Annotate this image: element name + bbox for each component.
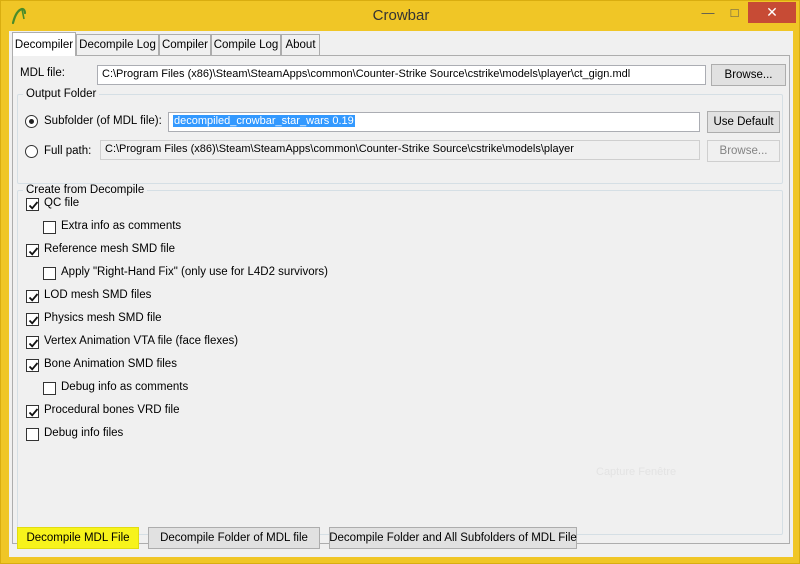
full-path-radio[interactable] [25, 145, 38, 158]
qc-file-label: QC file [44, 197, 80, 209]
procedural-bones-vrd-label: Procedural bones VRD file [44, 404, 180, 416]
client-area: Decompiler Decompile Log Compiler Compil… [9, 31, 793, 557]
full-path-browse-button[interactable]: Browse... [707, 140, 780, 162]
vertex-animation-vta-checkbox[interactable] [26, 336, 39, 349]
crowbar-window: Crowbar — □ ✕ Decompiler Decompile Log C… [0, 0, 800, 564]
qc-file-checkbox[interactable] [26, 198, 39, 211]
decompile-folder-button[interactable]: Decompile Folder of MDL file [148, 527, 320, 549]
extra-info-comments-checkbox[interactable] [43, 221, 56, 234]
check-mark-icon [28, 293, 39, 302]
lod-mesh-smd-checkbox[interactable] [26, 290, 39, 303]
create-from-decompile-title: Create from Decompile [23, 184, 148, 196]
reference-mesh-smd-checkbox[interactable] [26, 244, 39, 257]
window-title: Crowbar [372, 7, 430, 24]
tab-compiler[interactable]: Compiler [159, 34, 211, 55]
extra-info-comments-label: Extra info as comments [61, 220, 182, 232]
physics-mesh-smd-checkbox[interactable] [26, 313, 39, 326]
tab-compile-log[interactable]: Compile Log [211, 34, 281, 55]
check-mark-icon [28, 408, 39, 417]
bone-animation-smd-label: Bone Animation SMD files [44, 358, 177, 370]
decompiler-panel: MDL file: C:\Program Files (x86)\Steam\S… [12, 55, 790, 544]
tab-about[interactable]: About [281, 34, 320, 55]
debug-info-files-label: Debug info files [44, 427, 124, 439]
debug-info-comments-label: Debug info as comments [61, 381, 189, 393]
debug-info-comments-checkbox[interactable] [43, 382, 56, 395]
full-path-label: Full path: [44, 145, 92, 157]
physics-mesh-smd-label: Physics mesh SMD file [44, 312, 162, 324]
output-folder-title: Output Folder [23, 88, 100, 100]
lod-mesh-smd-label: LOD mesh SMD files [44, 289, 152, 301]
tab-decompiler[interactable]: Decompiler [12, 32, 76, 56]
capture-watermark: Capture Fenêtre [596, 466, 677, 478]
bone-animation-smd-checkbox[interactable] [26, 359, 39, 372]
use-default-button[interactable]: Use Default [707, 111, 780, 133]
subfolder-value: decompiled_crowbar_star_wars 0.19 [173, 115, 355, 127]
check-mark-icon [28, 247, 39, 256]
check-mark-icon [28, 201, 39, 210]
debug-info-files-checkbox[interactable] [26, 428, 39, 441]
mdl-file-input[interactable]: C:\Program Files (x86)\Steam\SteamApps\c… [97, 65, 706, 85]
right-hand-fix-label: Apply "Right-Hand Fix" (only use for L4D… [61, 266, 329, 278]
title-bar[interactable]: Crowbar — □ ✕ [1, 1, 800, 31]
vertex-animation-vta-label: Vertex Animation VTA file (face flexes) [44, 335, 239, 347]
minimize-button[interactable]: — [695, 2, 721, 23]
full-path-input[interactable]: C:\Program Files (x86)\Steam\SteamApps\c… [100, 140, 700, 160]
reference-mesh-smd-label: Reference mesh SMD file [44, 243, 176, 255]
subfolder-radio[interactable] [25, 115, 38, 128]
check-mark-icon [28, 362, 39, 371]
mdl-file-label: MDL file: [20, 67, 65, 79]
right-hand-fix-checkbox[interactable] [43, 267, 56, 280]
mdl-browse-button[interactable]: Browse... [711, 64, 786, 86]
decompile-folder-all-subfolders-button[interactable]: Decompile Folder and All Subfolders of M… [329, 527, 577, 549]
procedural-bones-vrd-checkbox[interactable] [26, 405, 39, 418]
subfolder-label: Subfolder (of MDL file): [44, 115, 162, 127]
maximize-button[interactable]: □ [721, 2, 748, 23]
subfolder-input[interactable]: decompiled_crowbar_star_wars 0.19 [168, 112, 700, 132]
tab-decompile-log[interactable]: Decompile Log [76, 34, 159, 55]
check-mark-icon [28, 339, 39, 348]
output-folder-group [17, 94, 783, 184]
decompile-mdl-file-button[interactable]: Decompile MDL File [17, 527, 139, 549]
check-mark-icon [28, 316, 39, 325]
close-button[interactable]: ✕ [748, 2, 796, 23]
